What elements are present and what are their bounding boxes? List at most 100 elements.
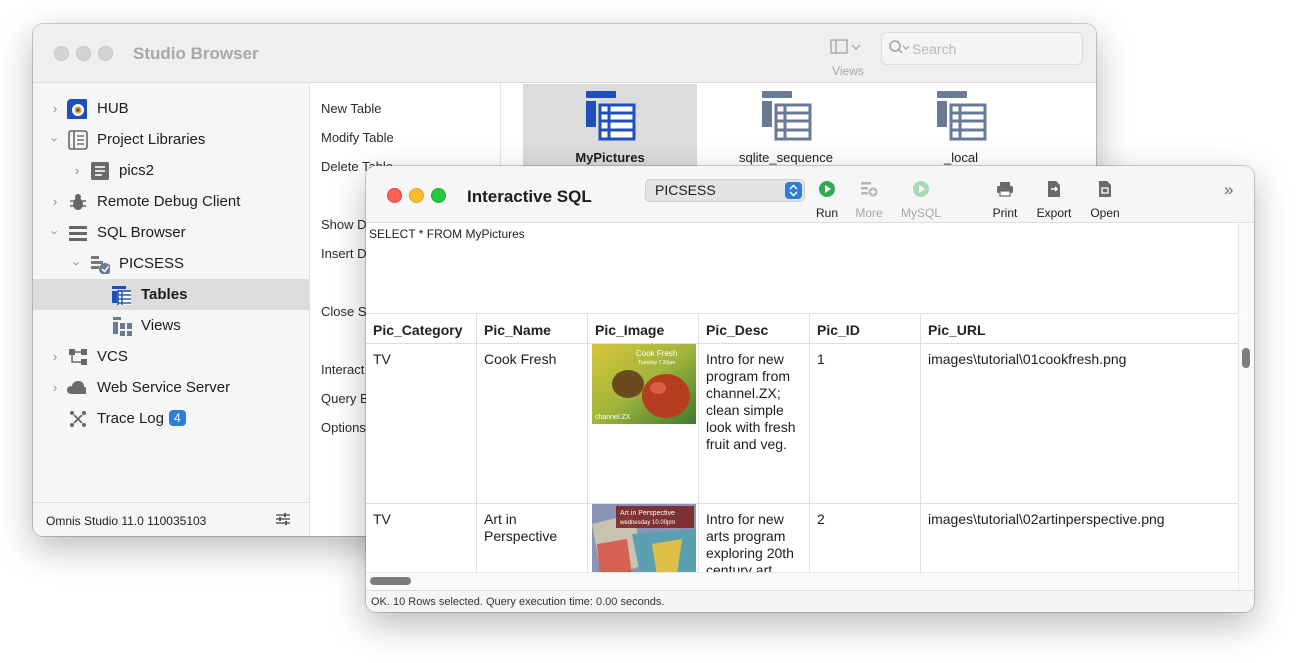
views-button[interactable] — [830, 38, 866, 56]
action-insert-data[interactable]: Insert D — [321, 246, 367, 261]
trace-icon — [70, 411, 86, 427]
action-query-builder[interactable]: Query B — [321, 391, 369, 406]
play-icon — [819, 181, 835, 197]
mysql-button[interactable]: MySQL — [896, 180, 946, 220]
sidebar-item-remote-debug-client[interactable]: › Remote Debug Client — [33, 186, 309, 217]
sidebar-item-hub[interactable]: › HUB — [33, 93, 309, 124]
sidebar-item-vcs[interactable]: › VCS — [33, 341, 309, 372]
sidebar-item-label: pics2 — [119, 162, 155, 179]
action-options[interactable]: Options — [321, 420, 366, 435]
sidebar-item-tables[interactable]: Tables — [33, 279, 309, 310]
table-tile-label: MyPictures — [575, 150, 645, 165]
search-icon — [889, 40, 910, 54]
window-title: Studio Browser — [133, 44, 259, 63]
cell-url: images\tutorial\01cookfresh.png — [921, 344, 1238, 504]
chevron-right-icon[interactable]: › — [53, 349, 57, 364]
chevron-right-icon[interactable]: › — [53, 101, 57, 116]
export-button[interactable]: Export — [1029, 180, 1079, 220]
chevron-down-icon[interactable]: › — [48, 137, 63, 141]
cook-fresh-thumbnail: Cook Fresh Tuesday 7.30pm channel.ZX — [592, 344, 696, 424]
table-tile-local[interactable]: _local — [874, 84, 1048, 170]
sidebar-item-picsess[interactable]: › PICSESS — [33, 248, 309, 279]
open-button[interactable]: Open — [1080, 180, 1130, 220]
table-tile-mypictures[interactable]: MyPictures — [523, 84, 697, 170]
action-new-table[interactable]: New Table — [321, 101, 381, 116]
list-icon — [69, 226, 87, 241]
sidebar-item-label: Web Service Server — [97, 379, 231, 396]
isql-status-bar: OK. 10 Rows selected. Query execution ti… — [366, 590, 1254, 612]
sidebar-item-label: Views — [141, 317, 181, 334]
action-interactive-sql[interactable]: Interact — [321, 362, 364, 377]
sidebar-item-project-libraries[interactable]: › Project Libraries — [33, 124, 309, 155]
chevron-down-icon[interactable]: › — [48, 230, 63, 234]
close-window-button[interactable] — [387, 188, 402, 203]
chevron-down-icon[interactable]: › — [70, 261, 85, 265]
print-label: Print — [992, 206, 1018, 220]
views-icon — [830, 39, 861, 54]
cell-image: Cook Fresh Tuesday 7.30pm channel.ZX — [588, 344, 699, 504]
sidebar-item-sql-browser[interactable]: › SQL Browser — [33, 217, 309, 248]
action-show-data[interactable]: Show D — [321, 217, 367, 232]
table-icon — [586, 91, 636, 141]
column-header-pic-desc[interactable]: Pic_Desc — [699, 314, 810, 344]
select-stepper-icon — [785, 182, 802, 199]
results-horizontal-scrollbar[interactable] — [366, 572, 1238, 591]
column-header-pic-id[interactable]: Pic_ID — [810, 314, 921, 344]
sidebar-item-views[interactable]: Views — [33, 310, 309, 341]
table-tile-sqlite-sequence[interactable]: sqlite_sequence — [699, 84, 873, 170]
sidebar-item-label: Tables — [141, 286, 188, 303]
results-vertical-scrollbar[interactable] — [1238, 314, 1254, 590]
thumbnail-title: Cook Fresh — [636, 349, 677, 358]
action-modify-table[interactable]: Modify Table — [321, 130, 394, 145]
cell-image: Art in Perspective wednesday 10.00pm — [588, 504, 699, 572]
open-label: Open — [1090, 206, 1120, 220]
close-window-button[interactable] — [54, 46, 69, 61]
printer-icon — [997, 182, 1013, 197]
scrollbar-thumb[interactable] — [1242, 348, 1250, 368]
sidebar-item-label: Project Libraries — [97, 131, 206, 148]
column-header-pic-url[interactable]: Pic_URL — [921, 314, 1238, 344]
minimize-window-button[interactable] — [409, 188, 424, 203]
hub-icon — [67, 99, 87, 119]
sql-editor[interactable]: SELECT * FROM MyPictures — [366, 223, 1238, 314]
column-header-pic-image[interactable]: Pic_Image — [588, 314, 699, 344]
chevron-right-icon[interactable]: › — [75, 163, 79, 178]
zoom-window-button[interactable] — [98, 46, 113, 61]
toolbar-overflow-icon[interactable]: » — [1224, 180, 1233, 200]
more-button[interactable]: More — [844, 180, 894, 220]
scrollbar-thumb[interactable] — [370, 577, 411, 585]
session-select-value: PICSESS — [655, 182, 716, 198]
column-header-pic-category[interactable]: Pic_Category — [366, 314, 477, 344]
mysql-label: MySQL — [900, 206, 941, 220]
window-title: Interactive SQL — [467, 187, 592, 206]
status-text: OK. 10 Rows selected. Query execution ti… — [371, 596, 665, 608]
sidebar-item-pics2[interactable]: › pics2 — [33, 155, 309, 186]
session-select[interactable]: PICSESS — [645, 179, 805, 202]
chevron-right-icon[interactable]: › — [53, 380, 57, 395]
add-rows-icon — [861, 182, 878, 197]
editor-scrollbar[interactable] — [1238, 223, 1254, 313]
sidebar-item-label: HUB — [97, 100, 129, 117]
thumbnail-subtitle: Tuesday 7.30pm — [638, 360, 675, 366]
isql-titlebar: Interactive SQL PICSESS Run More MySQL P… — [366, 166, 1254, 223]
minimize-window-button[interactable] — [76, 46, 91, 61]
art-in-perspective-thumbnail: Art in Perspective wednesday 10.00pm — [592, 504, 696, 572]
sidebar-item-web-service-server[interactable]: › Web Service Server — [33, 372, 309, 403]
search-input[interactable]: Search — [881, 32, 1083, 65]
cell-category: TV — [366, 504, 477, 572]
bug-icon — [70, 194, 86, 210]
views-icon — [113, 317, 132, 336]
trace-log-label: Trace Log — [97, 410, 164, 427]
chevron-right-icon[interactable]: › — [53, 194, 57, 209]
export-icon — [1048, 181, 1060, 197]
sidebar-item-trace-log[interactable]: Trace Log 4 — [33, 403, 309, 434]
column-header-pic-name[interactable]: Pic_Name — [477, 314, 588, 344]
print-button[interactable]: Print — [980, 180, 1030, 220]
export-label: Export — [1036, 206, 1072, 220]
views-label: Views — [832, 64, 864, 78]
library-icon — [91, 162, 109, 180]
zoom-window-button[interactable] — [431, 188, 446, 203]
action-close-session[interactable]: Close S — [321, 304, 367, 319]
table-tile-label: _local — [944, 150, 978, 165]
settings-sliders-icon[interactable] — [275, 512, 291, 526]
